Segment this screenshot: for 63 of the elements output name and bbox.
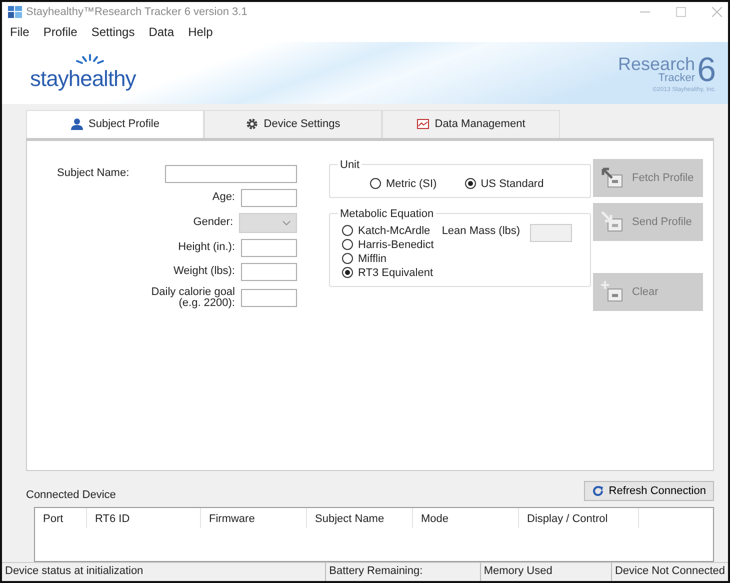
radio-button[interactable] bbox=[342, 267, 353, 278]
radio-button[interactable] bbox=[370, 178, 381, 190]
field-label: Subject Name: bbox=[57, 168, 130, 180]
menu-item[interactable]: File bbox=[10, 24, 30, 39]
menu-item[interactable]: Settings bbox=[91, 24, 135, 39]
caret-icon bbox=[282, 220, 291, 226]
chart-icon bbox=[416, 118, 429, 130]
field-label: Daily calorie goal (e.g. 2200): bbox=[151, 286, 235, 310]
radio-option[interactable]: Harris-Benedict bbox=[342, 238, 434, 252]
sun-icon bbox=[74, 54, 105, 66]
maximize-icon[interactable] bbox=[676, 6, 686, 17]
menu-item[interactable]: Help bbox=[188, 24, 213, 39]
radio-button[interactable] bbox=[464, 178, 476, 190]
column-header[interactable]: Mode bbox=[413, 508, 519, 528]
menu-item[interactable]: Data bbox=[148, 24, 174, 39]
status-text: Memory Used bbox=[480, 563, 612, 581]
logo-text: stayhealthy bbox=[30, 66, 136, 92]
radio-button[interactable] bbox=[342, 253, 353, 264]
input-field[interactable] bbox=[241, 238, 297, 257]
product-subtitle: Tracker bbox=[658, 73, 696, 84]
column-header[interactable]: Subject Name bbox=[307, 508, 413, 528]
gear-icon bbox=[246, 118, 258, 130]
product-number: 6 bbox=[697, 52, 716, 87]
window-title: Stayhealthy™Research Tracker 6 version 3.1 bbox=[26, 6, 248, 18]
status-text: Device status at initialization bbox=[2, 563, 326, 581]
radio-option[interactable]: US Standard bbox=[464, 176, 544, 191]
input-field[interactable] bbox=[241, 188, 297, 207]
group-title: Unit bbox=[339, 158, 361, 171]
column-header[interactable]: Display / Control bbox=[519, 508, 639, 528]
status-text: Device Not Connected bbox=[614, 564, 726, 580]
fetch-icon bbox=[600, 166, 624, 190]
clear-icon bbox=[600, 280, 624, 304]
person-icon bbox=[70, 118, 83, 130]
tab[interactable]: Subject Profile bbox=[26, 110, 204, 138]
input-field[interactable] bbox=[165, 164, 297, 183]
radio-option[interactable]: Katch-McArdle bbox=[342, 224, 434, 238]
product-name: Research bbox=[618, 55, 696, 74]
radio-button[interactable] bbox=[342, 239, 353, 250]
input-field[interactable] bbox=[241, 262, 297, 281]
tab[interactable]: Data Management bbox=[382, 110, 560, 138]
input-field[interactable] bbox=[241, 289, 297, 308]
radio-option[interactable]: Metric (SI) bbox=[370, 176, 437, 191]
column-header[interactable]: RT6 ID bbox=[87, 508, 201, 528]
status-text: Battery Remaining: bbox=[326, 563, 481, 581]
app-icon bbox=[8, 6, 22, 18]
radio-button[interactable] bbox=[342, 225, 353, 236]
send-icon bbox=[600, 210, 624, 234]
group-title: Metabolic Equation bbox=[339, 208, 435, 220]
refresh-button[interactable]: Refresh Connection bbox=[584, 481, 714, 502]
section-title: Connected Device bbox=[26, 489, 116, 502]
field-label: Lean Mass (lbs) bbox=[442, 224, 520, 237]
column-header[interactable]: Firmware bbox=[201, 508, 307, 528]
refresh-icon bbox=[592, 485, 604, 498]
radio-option[interactable]: RT3 Equivalent bbox=[342, 266, 434, 280]
field-label: Weight (lbs): bbox=[173, 266, 235, 278]
field-label: Height (in.): bbox=[178, 242, 235, 254]
tab[interactable]: Device Settings bbox=[204, 110, 382, 138]
menu-item[interactable]: Profile bbox=[43, 24, 78, 39]
close-icon[interactable] bbox=[712, 6, 722, 17]
column-header[interactable]: Port bbox=[35, 508, 87, 528]
field-label: Gender: bbox=[193, 216, 233, 228]
radio-option[interactable]: Mifflin bbox=[342, 252, 434, 266]
field-label: Age: bbox=[212, 192, 235, 204]
